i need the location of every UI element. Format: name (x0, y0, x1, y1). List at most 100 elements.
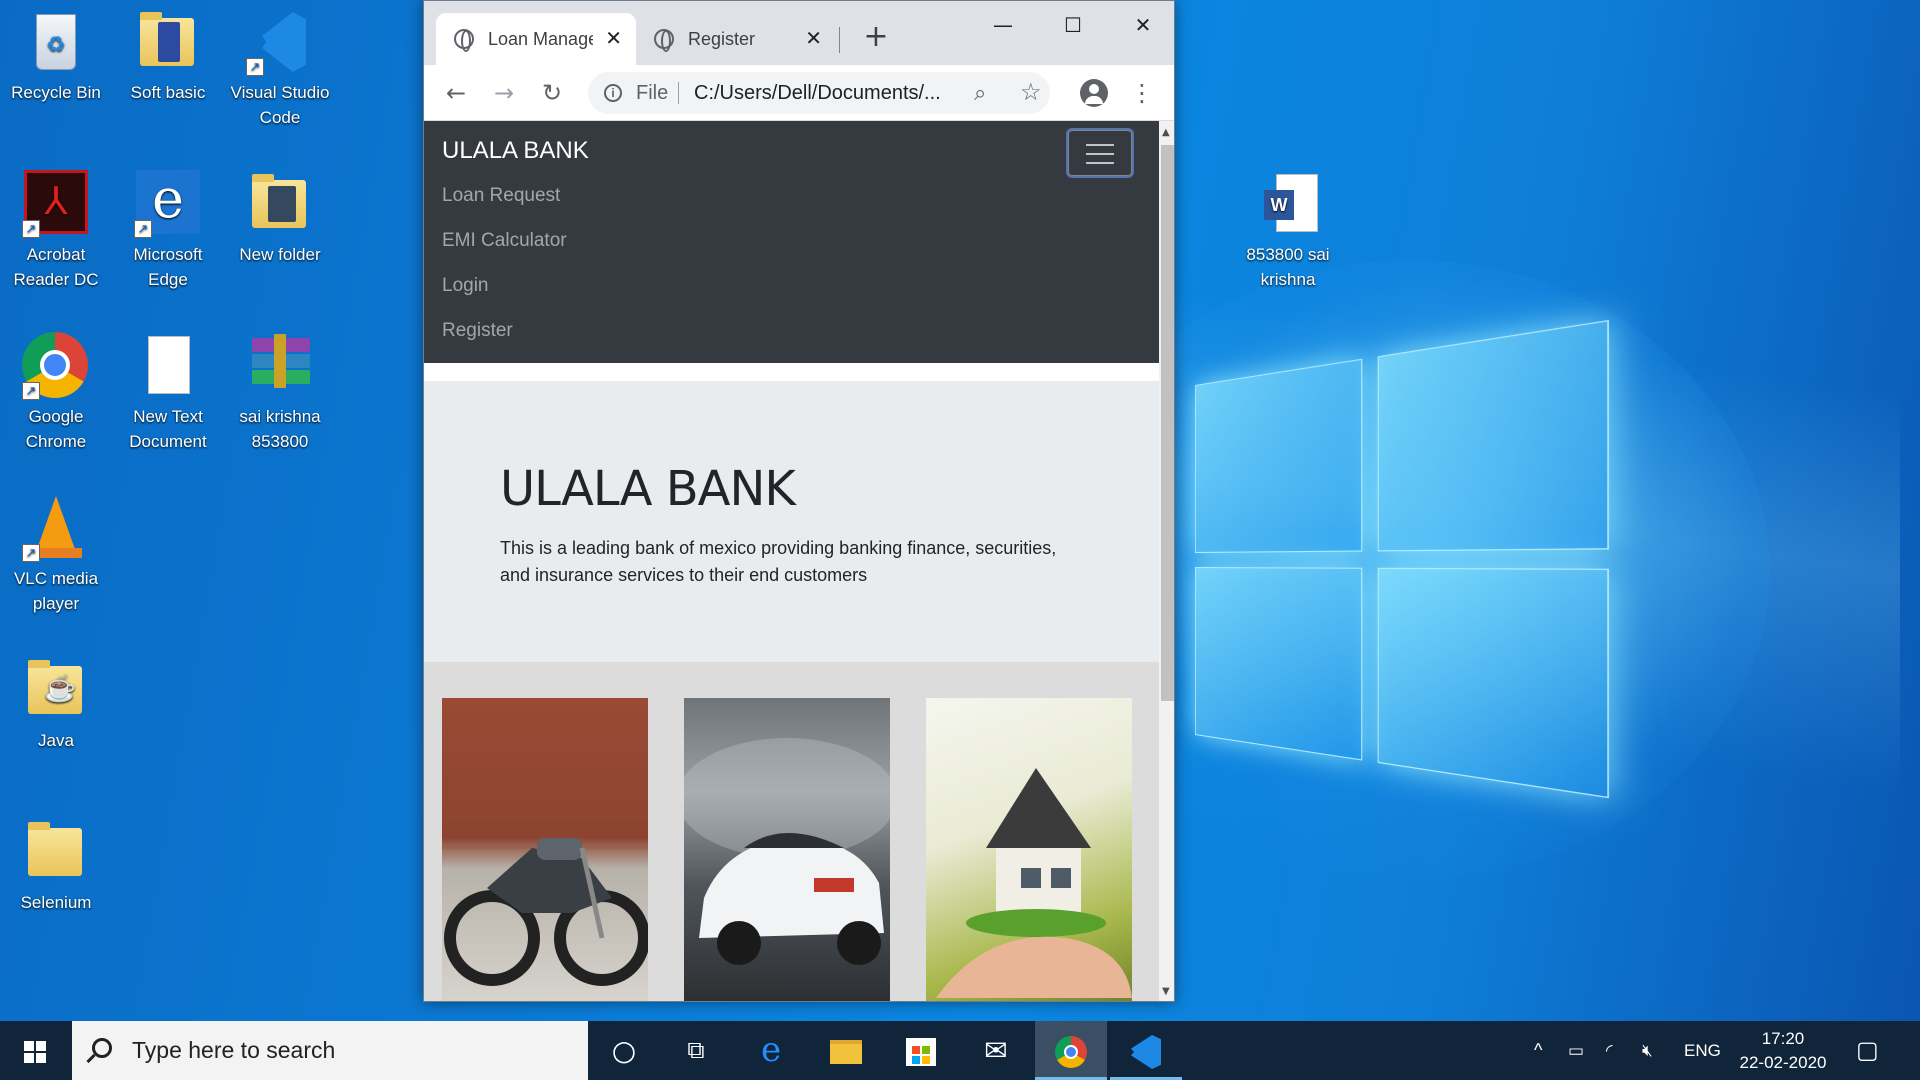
card-sports-car-image (684, 698, 890, 1001)
browser-window: Loan Management ✕ Register ✕ + — ☐ ✕ ← →… (423, 0, 1175, 1002)
desktop-icon-label: sai krishna 853800 (239, 407, 321, 451)
bookmark-star-icon[interactable]: ☆ (1020, 72, 1042, 114)
globe-icon (454, 29, 474, 52)
file-explorer-icon[interactable] (810, 1021, 882, 1080)
tab-register[interactable]: Register ✕ (636, 13, 836, 65)
folder-icon (22, 818, 90, 886)
folder-icon (246, 170, 314, 238)
maximize-button[interactable]: ☐ (1042, 5, 1104, 45)
start-button[interactable] (0, 1021, 72, 1080)
browser-toolbar: ← → ↻ i File C:/Users/Dell/Documents/...… (424, 65, 1174, 121)
taskbar-edge-icon[interactable]: e (735, 1021, 807, 1080)
desktop-icon-label: Microsoft Edge (133, 245, 203, 289)
url-scheme-label: File (636, 82, 669, 104)
card-motorcycle-image (442, 698, 648, 1001)
tray-overflow-chevron-icon[interactable]: ^ (1534, 1021, 1542, 1080)
desktop-icon-word-document[interactable]: W 853800 sai krishna (1234, 170, 1342, 292)
nav-link-loan-request[interactable]: Loan Request (442, 185, 560, 207)
desktop-icon-java[interactable]: ☕ Java (2, 656, 110, 753)
folder-icon: ☕ (22, 656, 90, 724)
nav-link-login[interactable]: Login (442, 275, 489, 297)
desktop-icon-new-folder[interactable]: New folder (226, 170, 334, 267)
taskbar-chrome-icon[interactable] (1035, 1021, 1107, 1080)
mail-icon[interactable]: ✉ (960, 1021, 1032, 1080)
clock-date: 22-02-2020 (1739, 1053, 1827, 1072)
desktop-icon-label: Google Chrome (25, 407, 87, 451)
desktop-icon-label: 853800 sai krishna (1246, 245, 1330, 289)
taskbar: Type here to search ○ ⧉ e ✉ ^ ▭ ◜ 🔇︎ ENG… (0, 1021, 1920, 1080)
edge-icon: e ↗ (134, 170, 202, 238)
close-window-button[interactable]: ✕ (1112, 5, 1174, 45)
tab-close-icon[interactable]: ✕ (605, 13, 622, 65)
desktop-icon-label: Soft basic (130, 83, 206, 102)
taskbar-vscode-icon[interactable] (1110, 1021, 1182, 1080)
search-icon (92, 1038, 112, 1058)
tab-close-icon[interactable]: ✕ (805, 13, 822, 65)
windows-wallpaper-logo (1195, 319, 1612, 805)
desktop-icon-new-text-document[interactable]: New Text Document (114, 332, 222, 454)
tab-title: Loan Management (488, 29, 593, 49)
tab-title: Register (688, 29, 756, 49)
desktop-icon-soft-basic[interactable]: Soft basic (114, 8, 222, 105)
scroll-down-arrow-icon[interactable]: ▼ (1162, 986, 1170, 997)
task-view-icon[interactable]: ⧉ (660, 1021, 732, 1080)
page-scrollbar[interactable]: ▲ ▼ (1159, 121, 1174, 1001)
page-viewport: ULALA BANK Loan Request EMI Calculator L… (424, 121, 1159, 1001)
reload-button[interactable]: ↻ (534, 75, 570, 111)
tab-strip: Loan Management ✕ Register ✕ + — ☐ ✕ (424, 1, 1174, 65)
forward-button[interactable]: → (486, 75, 522, 111)
clock-time: 17:20 (1761, 1029, 1805, 1048)
desktop-icon-label: New Text Document (129, 407, 207, 451)
profile-avatar-icon[interactable] (1080, 79, 1108, 107)
jumbotron-text: This is a leading bank of mexico providi… (500, 538, 1057, 585)
vlc-cone-icon: ↗ (22, 494, 90, 562)
site-info-icon[interactable]: i (604, 84, 622, 102)
desktop-icon-acrobat[interactable]: ⅄ ↗ Acrobat Reader DC (2, 170, 110, 292)
store-icon[interactable] (885, 1021, 957, 1080)
site-navbar: ULALA BANK Loan Request EMI Calculator L… (424, 121, 1159, 363)
scroll-up-arrow-icon[interactable]: ▲ (1162, 127, 1170, 138)
volume-muted-icon[interactable]: 🔇︎ (1642, 1021, 1653, 1080)
vscode-icon: ↗ (246, 8, 314, 76)
word-document-icon: W (1254, 170, 1322, 238)
desktop-icon-vscode[interactable]: ↗ Visual Studio Code (226, 8, 334, 130)
winrar-archive-icon (246, 332, 314, 400)
text-document-icon (134, 332, 202, 400)
folder-icon (134, 8, 202, 76)
globe-icon (654, 29, 674, 52)
address-bar[interactable]: i File C:/Users/Dell/Documents/... ⌕ ☆ (588, 72, 1050, 114)
clock[interactable]: 17:20 22-02-2020 (1724, 1027, 1842, 1075)
navbar-brand[interactable]: ULALA BANK (442, 137, 589, 165)
acrobat-icon: ⅄ ↗ (22, 170, 90, 238)
nav-link-register[interactable]: Register (442, 320, 513, 342)
tab-loan-management[interactable]: Loan Management ✕ (436, 13, 636, 65)
desktop-icon-winrar-archive[interactable]: sai krishna 853800 (226, 332, 334, 454)
battery-icon[interactable]: ▭ (1568, 1021, 1584, 1080)
zoom-icon[interactable]: ⌕ (974, 72, 986, 114)
back-button[interactable]: ← (438, 75, 474, 111)
jumbotron-heading: ULALA BANK (500, 461, 796, 517)
nav-link-emi-calculator[interactable]: EMI Calculator (442, 230, 567, 252)
desktop-icon-vlc[interactable]: ↗ VLC media player (2, 494, 110, 616)
action-center-icon[interactable]: ▢ (1856, 1021, 1879, 1080)
cortana-icon[interactable]: ○ (588, 1021, 660, 1080)
desktop-icon-edge[interactable]: e ↗ Microsoft Edge (114, 170, 222, 292)
navbar-toggler-button[interactable] (1068, 130, 1132, 176)
url-text[interactable]: C:/Users/Dell/Documents/... (694, 72, 954, 114)
minimize-button[interactable]: — (972, 5, 1034, 45)
taskbar-search-box[interactable]: Type here to search (72, 1021, 588, 1080)
card-house-in-hand-image (926, 698, 1132, 1001)
wifi-icon[interactable]: ◜ (1606, 1021, 1613, 1080)
new-tab-button[interactable]: + (858, 19, 894, 55)
desktop-icon-recycle-bin[interactable]: ♻ Recycle Bin (2, 8, 110, 105)
desktop-icon-chrome[interactable]: ↗ Google Chrome (2, 332, 110, 454)
desktop-icon-label: Recycle Bin (11, 83, 101, 102)
browser-menu-button[interactable]: ⋮ (1128, 75, 1156, 111)
desktop-icon-label: VLC media player (13, 569, 99, 613)
search-placeholder: Type here to search (132, 1037, 336, 1063)
url-divider (678, 82, 679, 104)
desktop-icon-selenium[interactable]: Selenium (2, 818, 110, 915)
chrome-icon: ↗ (22, 332, 90, 400)
scrollbar-thumb[interactable] (1161, 145, 1174, 701)
language-indicator[interactable]: ENG (1684, 1021, 1721, 1080)
